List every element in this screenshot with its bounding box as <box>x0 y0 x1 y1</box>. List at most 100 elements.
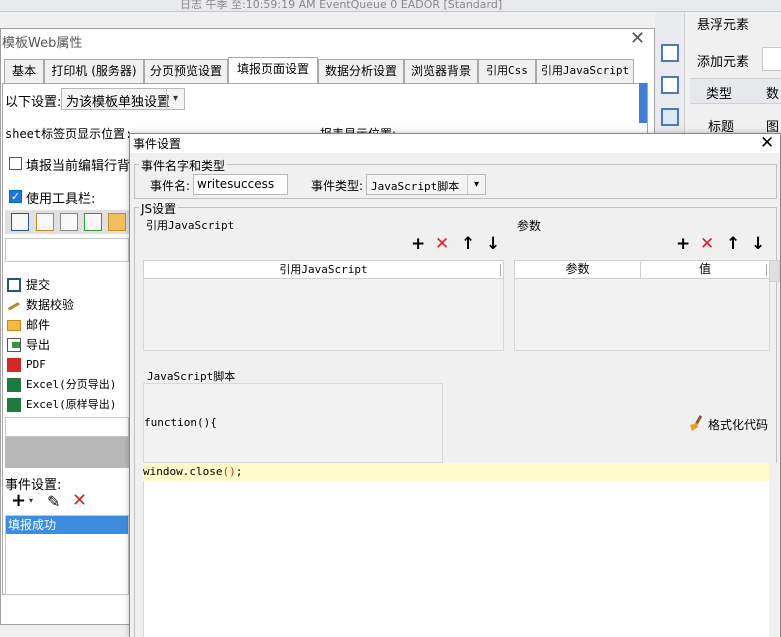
tab-basic[interactable]: 基本 <box>4 59 44 83</box>
pencil-icon[interactable] <box>36 213 54 231</box>
js-script-label: JavaScript脚本 <box>147 370 236 383</box>
mail-icon[interactable] <box>108 213 126 231</box>
list-item-label: Excel(分页导出) <box>26 378 117 391</box>
event-list-item[interactable]: 填报成功 <box>6 516 128 534</box>
below-settings-label: 以下设置: <box>5 95 62 110</box>
code-line-function: function(){ <box>144 416 217 429</box>
tab-data-analysis[interactable]: 数据分析设置 <box>318 59 404 83</box>
event-type-select[interactable]: JavaScript脚本 ▾ <box>366 174 486 195</box>
fill-highlight-checkbox[interactable] <box>9 157 22 170</box>
tab-ref-js[interactable]: 引用JavaScript <box>536 59 634 83</box>
params-value-header-label: 值 <box>698 262 711 276</box>
add-ref-js-icon[interactable]: + <box>411 236 425 253</box>
use-toolbar-checkbox[interactable]: ✓ <box>9 190 22 203</box>
props-close-button[interactable]: ✕ <box>630 28 645 49</box>
export-icon[interactable] <box>84 213 102 231</box>
ref-js-table-header: 引用JavaScript <box>143 260 504 279</box>
editor-scrollbar[interactable] <box>769 463 780 637</box>
fill-highlight-label: 填报当前编辑行背景 <box>26 159 144 174</box>
list-item[interactable]: Excel(原样导出) <box>5 395 129 415</box>
print-icon[interactable] <box>60 213 78 231</box>
props-window-title: 模板Web属性 <box>2 36 83 51</box>
toolbar-item-list: 提交 数据校验 邮件 导出 PDF Excel(分页导出) Excel(原样导出… <box>5 275 129 415</box>
pencil-icon <box>6 299 20 311</box>
sheet-tab-position-label: sheet标签页显示位置: <box>5 127 133 141</box>
list-item[interactable]: 导出 <box>5 335 129 355</box>
edit-event-icon[interactable]: ✎ <box>47 492 60 511</box>
code-text: window.close <box>143 465 223 478</box>
save-icon <box>7 278 21 292</box>
toolbar-preview-row <box>5 210 129 234</box>
top-toolbar-text: 日志 午季 至:10:59:19 AM EventQueue 0 EADOR [… <box>180 0 503 11</box>
params-value-header: 值 <box>641 260 770 279</box>
dock-col-type: 类型 <box>706 87 733 102</box>
excel-icon <box>7 398 21 412</box>
list-item[interactable]: 数据校验 <box>5 295 129 315</box>
dialog-close-button[interactable]: ✕ <box>760 133 774 153</box>
event-name-input[interactable]: writesuccess <box>193 174 288 195</box>
tab-fill-page[interactable]: 填报页面设置 <box>228 57 318 84</box>
chevron-down-icon[interactable]: ▾ <box>166 89 184 109</box>
tab-page-preview[interactable]: 分页预览设置 <box>144 59 228 83</box>
top-toolbar: 日志 午季 至:10:59:19 AM EventQueue 0 EADOR [… <box>0 0 781 12</box>
format-code-button[interactable]: 格式化代码 <box>708 416 768 433</box>
add-event-icon[interactable]: + <box>11 490 26 511</box>
pdf-icon <box>7 358 21 372</box>
delete-ref-js-icon[interactable]: ✕ <box>435 236 449 253</box>
list-item-label: 提交 <box>26 278 51 292</box>
save-icon[interactable] <box>11 213 29 231</box>
add-param-icon[interactable]: + <box>676 236 690 253</box>
props-tab-bar: 基本 打印机 (服务器) 分页预览设置 填报页面设置 数据分析设置 浏览器背景 … <box>4 57 644 84</box>
image-icon[interactable] <box>661 76 679 94</box>
move-down-icon[interactable]: ↓ <box>486 236 500 253</box>
event-type-label: 事件类型: <box>311 179 364 193</box>
panel-scrollbar[interactable] <box>639 83 647 123</box>
chevron-down-icon[interactable]: ▾ <box>467 175 485 194</box>
add-element-label: 添加元素 <box>697 55 750 70</box>
params-label: 参数 <box>517 219 542 233</box>
list-item-label: 导出 <box>26 338 51 352</box>
toolbar-list-empty-row <box>5 417 129 437</box>
layout-icon[interactable] <box>661 44 679 62</box>
dialog-title: 事件设置 <box>133 137 182 151</box>
ref-js-label: 引用JavaScript <box>146 219 235 232</box>
widget-icon[interactable] <box>661 108 679 126</box>
list-item[interactable]: 邮件 <box>5 315 129 335</box>
event-type-value: JavaScript脚本 <box>371 180 460 193</box>
list-item-label: 邮件 <box>26 318 51 332</box>
code-paren: () <box>222 465 236 478</box>
list-item[interactable]: 提交 <box>5 275 129 295</box>
list-item-label: PDF <box>26 358 46 371</box>
scope-select-value: 为该模板单独设置 <box>66 95 171 110</box>
toolbar-drop-area[interactable] <box>5 238 129 262</box>
toolbar-list-footer <box>5 437 129 468</box>
code-line-body[interactable]: window.close(); <box>143 463 769 481</box>
use-toolbar-label: 使用工具栏: <box>26 192 96 207</box>
chevron-down-icon[interactable]: ▾ <box>29 496 33 505</box>
excel-icon <box>7 378 21 392</box>
list-item-label: 数据校验 <box>26 298 75 312</box>
dock-col-num: 数 <box>766 87 780 102</box>
move-up-icon[interactable]: ↑ <box>461 236 475 253</box>
js-settings-group-title: JS设置 <box>139 200 179 217</box>
move-up-icon[interactable]: ↑ <box>726 236 740 253</box>
delete-event-icon[interactable]: ✕ <box>72 490 87 511</box>
scope-select[interactable]: 为该模板单独设置 ▾ <box>61 88 185 110</box>
code-editor[interactable] <box>143 463 769 637</box>
float-element-title: 悬浮元素 <box>697 18 750 33</box>
add-element-input[interactable] <box>762 47 781 71</box>
tab-browser-bg[interactable]: 浏览器背景 <box>404 59 478 83</box>
code-semicolon: ; <box>235 465 243 478</box>
move-down-icon[interactable]: ↓ <box>751 236 765 253</box>
tab-ref-css[interactable]: 引用Css <box>478 59 536 83</box>
tab-printer[interactable]: 打印机 (服务器) <box>44 59 144 83</box>
params-scrollbar[interactable] <box>769 260 780 282</box>
list-item[interactable]: PDF <box>5 355 129 375</box>
brush-icon[interactable] <box>688 415 704 431</box>
delete-param-icon[interactable]: ✕ <box>700 236 714 253</box>
list-item-label: Excel(原样导出) <box>26 398 117 411</box>
export-icon <box>7 338 21 352</box>
event-name-label: 事件名: <box>150 179 191 193</box>
list-item[interactable]: Excel(分页导出) <box>5 375 129 395</box>
ref-js-column-header: 引用JavaScript <box>279 263 368 276</box>
